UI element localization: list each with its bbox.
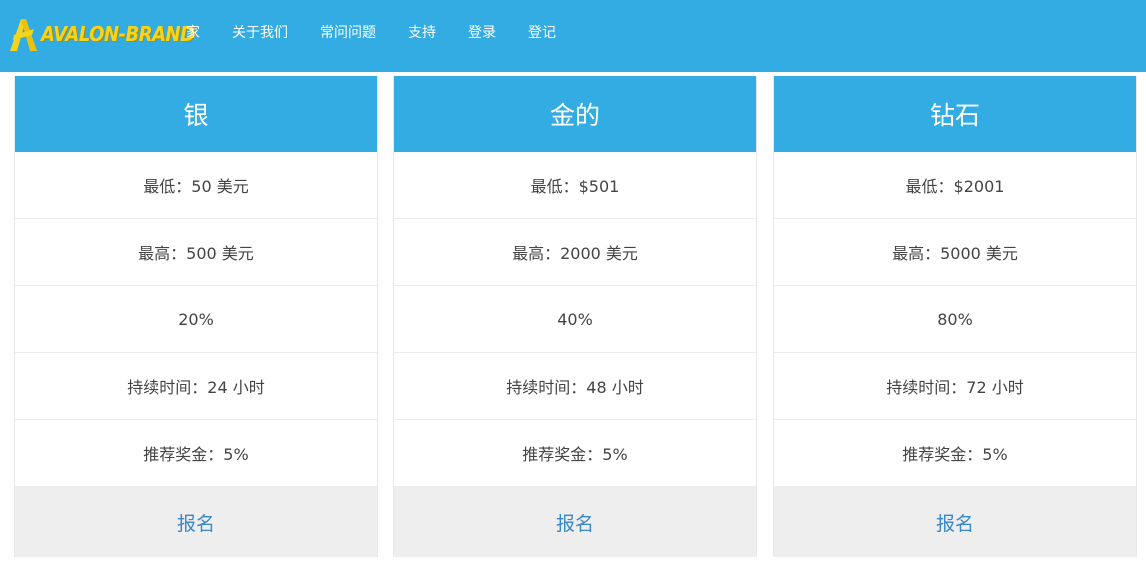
plan-card-gold: 金的 最低：$501 最高：2000 美元 40% 持续时间：48 小时 推荐奖… [393, 76, 757, 557]
signup-button-silver[interactable]: 报名 [177, 509, 215, 536]
plan-duration: 持续时间：24 小时 [15, 353, 377, 420]
plan-min: 最低：$2001 [774, 152, 1136, 219]
plan-footer: 报名 [394, 487, 756, 557]
brand-logo[interactable]: AVALON-BRAND [8, 14, 195, 54]
plan-rate: 40% [394, 286, 756, 353]
plan-card-diamond: 钻石 最低：$2001 最高：5000 美元 80% 持续时间：72 小时 推荐… [773, 76, 1137, 557]
plan-rate: 80% [774, 286, 1136, 353]
plan-referral: 推荐奖金：5% [774, 420, 1136, 487]
plan-max: 最高：2000 美元 [394, 219, 756, 286]
nav-link-about[interactable]: 关于我们 [216, 22, 304, 42]
plan-rate: 20% [15, 286, 377, 353]
plan-duration: 持续时间：72 小时 [774, 353, 1136, 420]
plan-footer: 报名 [774, 487, 1136, 557]
nav-link-register[interactable]: 登记 [512, 22, 572, 42]
plan-min: 最低：$501 [394, 152, 756, 219]
main-nav: 家 关于我们 常问问题 支持 登录 登记 [170, 0, 572, 64]
avalon-logo-icon [10, 19, 37, 51]
nav-link-support[interactable]: 支持 [392, 22, 452, 42]
plan-duration: 持续时间：48 小时 [394, 353, 756, 420]
signup-button-gold[interactable]: 报名 [556, 509, 594, 536]
nav-link-login[interactable]: 登录 [452, 22, 512, 42]
plan-title: 钻石 [774, 76, 1136, 152]
nav-link-faq[interactable]: 常问问题 [304, 22, 392, 42]
plan-max: 最高：500 美元 [15, 219, 377, 286]
plan-title: 金的 [394, 76, 756, 152]
plan-footer: 报名 [15, 487, 377, 557]
plan-min: 最低：50 美元 [15, 152, 377, 219]
pricing-plans: 银 最低：50 美元 最高：500 美元 20% 持续时间：24 小时 推荐奖金… [0, 72, 1146, 566]
signup-button-diamond[interactable]: 报名 [936, 509, 974, 536]
plan-referral: 推荐奖金：5% [394, 420, 756, 487]
plan-title: 银 [15, 76, 377, 152]
plan-referral: 推荐奖金：5% [15, 420, 377, 487]
top-navbar: AVALON-BRAND 家 关于我们 常问问题 支持 登录 登记 [0, 0, 1146, 72]
plan-max: 最高：5000 美元 [774, 219, 1136, 286]
nav-link-home[interactable]: 家 [170, 22, 216, 42]
plan-card-silver: 银 最低：50 美元 最高：500 美元 20% 持续时间：24 小时 推荐奖金… [14, 76, 378, 557]
